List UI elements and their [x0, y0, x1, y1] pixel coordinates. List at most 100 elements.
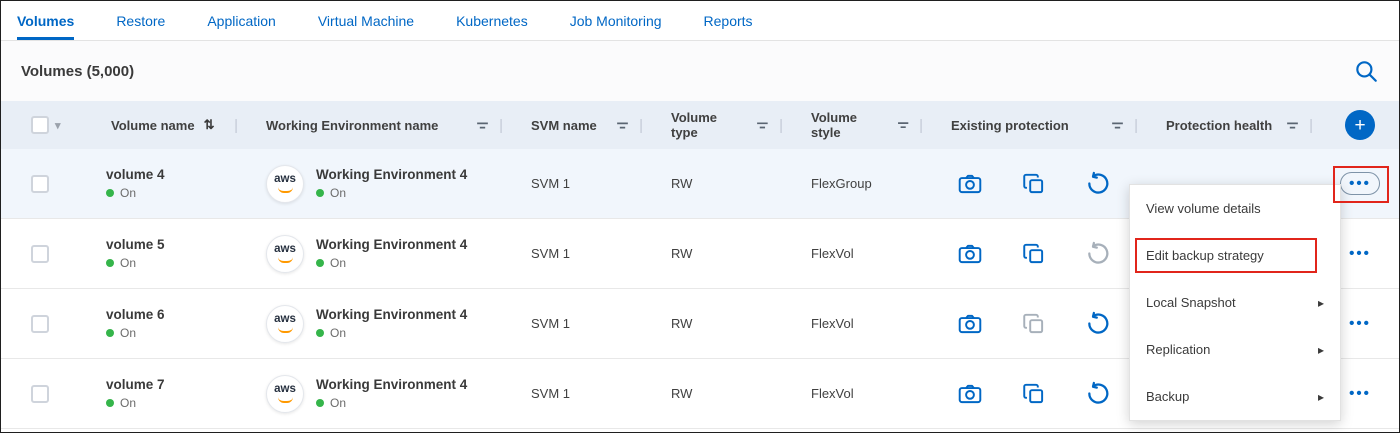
section-header: Volumes (5,000) — [1, 41, 1399, 101]
existing-protection-icons — [931, 219, 1146, 288]
filter-icon[interactable] — [475, 118, 490, 133]
menu-item-replication[interactable]: Replication▸ — [1130, 326, 1340, 373]
volume-name: volume 4 — [106, 167, 165, 182]
status-dot — [106, 259, 114, 267]
column-divider: | — [499, 117, 511, 134]
volume-type: RW — [651, 149, 791, 218]
row-actions-menu-button[interactable]: ••• — [1343, 242, 1377, 265]
tab-application[interactable]: Application — [207, 1, 276, 40]
replication-copy-icon — [1021, 381, 1047, 407]
existing-protection-icons — [931, 359, 1146, 428]
volume-status: On — [106, 326, 165, 340]
svm-name: SVM 1 — [511, 289, 651, 358]
svm-name: SVM 1 — [511, 149, 651, 218]
replication-copy-icon — [1021, 311, 1047, 337]
working-environment-status: On — [316, 396, 467, 410]
column-divider: | — [1134, 117, 1146, 134]
row-checkbox[interactable] — [31, 175, 49, 193]
volume-type: RW — [651, 219, 791, 288]
volume-style: FlexVol — [791, 219, 931, 288]
tab-virtual-machine[interactable]: Virtual Machine — [318, 1, 414, 40]
volume-status: On — [106, 186, 165, 200]
volume-type: RW — [651, 359, 791, 428]
replication-copy-icon — [1021, 241, 1047, 267]
tab-restore[interactable]: Restore — [116, 1, 165, 40]
existing-protection-icons — [931, 149, 1146, 218]
row-checkbox[interactable] — [31, 245, 49, 263]
column-divider: | — [919, 117, 931, 134]
snapshot-camera-icon — [957, 311, 983, 337]
svm-name: SVM 1 — [511, 219, 651, 288]
snapshot-camera-icon — [957, 241, 983, 267]
volume-name: volume 5 — [106, 237, 165, 252]
menu-item-local-snapshot[interactable]: Local Snapshot▸ — [1130, 279, 1340, 326]
aws-smile-icon — [278, 257, 293, 263]
column-divider: | — [234, 117, 246, 134]
volume-status: On — [106, 396, 165, 410]
backup-restore-icon — [1085, 311, 1111, 337]
column-header-volume-type: Volume type — [671, 110, 746, 140]
filter-icon[interactable] — [896, 118, 910, 133]
snapshot-camera-icon — [957, 171, 983, 197]
column-divider: | — [1309, 117, 1321, 134]
status-dot — [106, 189, 114, 197]
search-icon[interactable] — [1353, 58, 1379, 84]
column-divider: | — [639, 117, 651, 134]
filter-icon[interactable] — [615, 118, 630, 133]
volume-name: volume 6 — [106, 307, 165, 322]
row-checkbox[interactable] — [31, 385, 49, 403]
working-environment-status: On — [316, 186, 467, 200]
sort-icon[interactable]: ⇅ — [204, 117, 215, 133]
tab-reports[interactable]: Reports — [704, 1, 753, 40]
working-environment-name: Working Environment 4 — [316, 167, 467, 182]
svm-name: SVM 1 — [511, 359, 651, 428]
status-dot — [316, 259, 324, 267]
aws-logo: aws — [266, 375, 304, 413]
replication-copy-icon — [1021, 171, 1047, 197]
status-dot — [106, 329, 114, 337]
aws-logo: aws — [266, 235, 304, 273]
menu-item-edit-backup-strategy[interactable]: Edit backup strategy — [1130, 232, 1340, 279]
filter-icon[interactable] — [1285, 118, 1300, 133]
column-header-working-environment: Working Environment name — [266, 118, 438, 133]
tab-kubernetes[interactable]: Kubernetes — [456, 1, 528, 40]
filter-icon[interactable] — [1110, 118, 1125, 133]
row-actions-menu-button[interactable]: ••• — [1343, 312, 1377, 335]
page-title: Volumes (5,000) — [21, 63, 134, 80]
row-actions-menu-button[interactable]: ••• — [1343, 382, 1377, 405]
volume-name: volume 7 — [106, 377, 165, 392]
row-checkbox[interactable] — [31, 315, 49, 333]
volume-style: FlexGroup — [791, 149, 931, 218]
column-header-svm-name: SVM name — [531, 118, 597, 133]
volume-style: FlexVol — [791, 359, 931, 428]
status-dot — [316, 189, 324, 197]
submenu-arrow-icon: ▸ — [1318, 343, 1324, 357]
column-header-protection-health: Protection health — [1166, 118, 1272, 133]
chevron-down-icon[interactable]: ▾ — [55, 119, 61, 132]
working-environment-name: Working Environment 4 — [316, 237, 467, 252]
submenu-arrow-icon: ▸ — [1318, 390, 1324, 404]
existing-protection-icons — [931, 289, 1146, 358]
tab-volumes[interactable]: Volumes — [17, 1, 74, 40]
add-column-button[interactable]: + — [1345, 110, 1375, 140]
column-header-volume-name: Volume name — [111, 118, 195, 133]
column-header-volume-style: Volume style — [811, 110, 887, 140]
filter-icon[interactable] — [755, 118, 770, 133]
menu-item-view-volume-details[interactable]: View volume details — [1130, 185, 1340, 232]
row-actions-menu-button[interactable]: ••• — [1340, 172, 1380, 195]
aws-smile-icon — [278, 327, 293, 333]
select-all-checkbox[interactable] — [31, 116, 49, 134]
volume-type: RW — [651, 289, 791, 358]
backup-restore-icon — [1085, 171, 1111, 197]
aws-logo: aws — [266, 305, 304, 343]
tab-job-monitoring[interactable]: Job Monitoring — [570, 1, 662, 40]
volume-actions-menu: View volume details Edit backup strategy… — [1129, 184, 1341, 421]
working-environment-name: Working Environment 4 — [316, 377, 467, 392]
backup-restore-icon — [1085, 241, 1111, 267]
table-header: ▾ Volume name ⇅ | Working Environment na… — [1, 101, 1399, 149]
working-environment-status: On — [316, 256, 467, 270]
status-dot — [316, 399, 324, 407]
menu-item-backup[interactable]: Backup▸ — [1130, 373, 1340, 420]
app-window: Volumes Restore Application Virtual Mach… — [0, 0, 1400, 433]
working-environment-status: On — [316, 326, 467, 340]
